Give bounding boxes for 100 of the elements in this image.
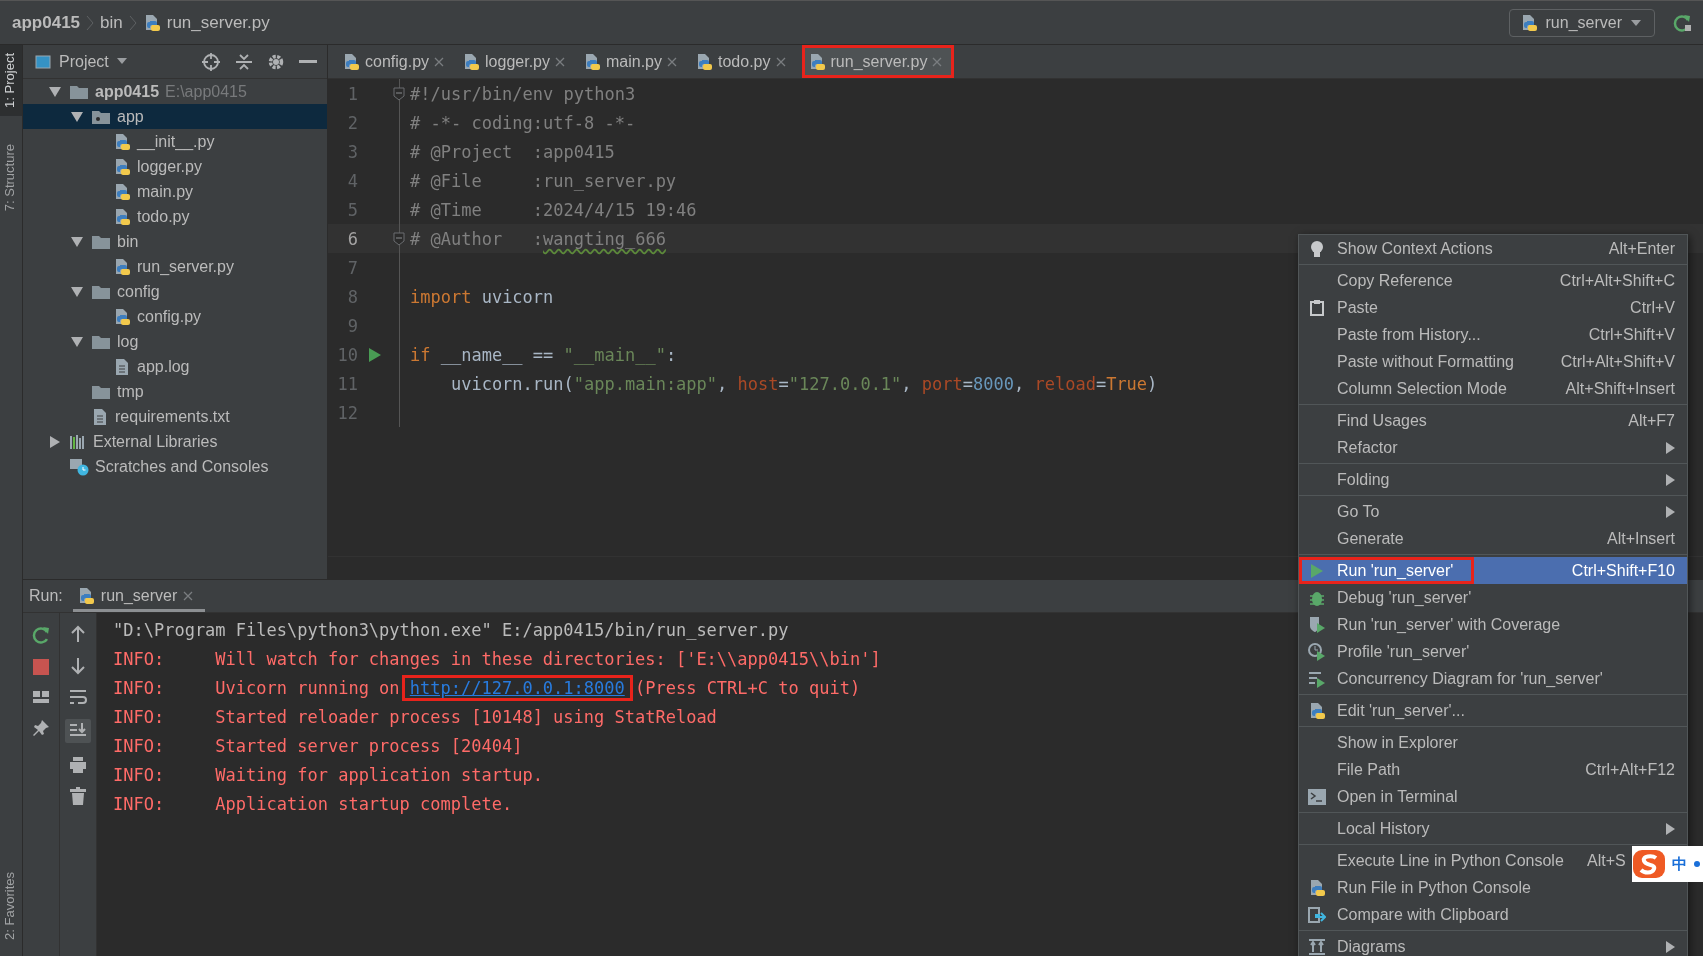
close-icon[interactable] bbox=[555, 56, 565, 67]
tree-item[interactable]: app bbox=[23, 104, 327, 129]
expanded-arrow-icon[interactable] bbox=[70, 285, 84, 298]
trash-icon[interactable] bbox=[70, 787, 86, 805]
menu-item[interactable]: Diagrams bbox=[1299, 933, 1687, 956]
menu-item[interactable]: Local History bbox=[1299, 815, 1687, 842]
expanded-arrow-icon[interactable] bbox=[70, 235, 84, 248]
menu-item[interactable]: Show Context Actions Alt+Enter bbox=[1299, 235, 1687, 262]
shield-run-icon bbox=[1308, 615, 1326, 634]
close-icon[interactable] bbox=[775, 56, 786, 67]
code-line: # @Author :wangting_666 bbox=[410, 228, 666, 249]
bars-run-icon bbox=[1308, 669, 1326, 688]
run-icon[interactable] bbox=[368, 346, 382, 363]
url-link[interactable]: http://127.0.0.1:8000 bbox=[401, 674, 633, 701]
print-icon[interactable] bbox=[69, 757, 87, 773]
tree-item[interactable]: bin bbox=[23, 229, 327, 254]
editor-tab[interactable]: run_server.py bbox=[801, 45, 955, 78]
soft-wrap-icon[interactable] bbox=[69, 689, 87, 705]
tree-item[interactable]: log bbox=[23, 329, 327, 354]
expanded-arrow-icon[interactable] bbox=[70, 110, 84, 123]
folder-icon bbox=[91, 383, 111, 400]
python-file-icon bbox=[113, 182, 131, 201]
close-icon[interactable] bbox=[183, 591, 194, 601]
tool-window-tab[interactable]: 2: Favorites bbox=[0, 864, 22, 948]
menu-item[interactable]: Edit 'run_server'... bbox=[1299, 697, 1687, 724]
menu-item[interactable]: Folding bbox=[1299, 466, 1687, 493]
line-number: 6 bbox=[346, 228, 358, 249]
tree-item[interactable]: config bbox=[23, 279, 327, 304]
layout-icon[interactable] bbox=[32, 689, 50, 705]
menu-item[interactable]: Copy Reference Ctrl+Alt+Shift+C bbox=[1299, 267, 1687, 294]
menu-item[interactable]: Profile 'run_server' bbox=[1299, 638, 1687, 665]
up-arrow-icon[interactable] bbox=[71, 625, 85, 643]
tree-item[interactable]: tmp bbox=[23, 379, 327, 404]
locate-icon[interactable] bbox=[201, 51, 221, 72]
expanded-arrow-icon[interactable] bbox=[70, 335, 84, 348]
editor-tab[interactable]: todo.py bbox=[689, 45, 798, 78]
tool-window-tab[interactable]: 1: Project bbox=[0, 45, 22, 116]
tree-item[interactable]: External Libraries bbox=[23, 429, 327, 454]
menu-item[interactable]: Debug 'run_server' bbox=[1299, 584, 1687, 611]
expanded-arrow-icon[interactable] bbox=[48, 85, 62, 98]
line-number: 5 bbox=[346, 199, 358, 220]
tree-item[interactable]: main.py bbox=[23, 179, 327, 204]
tree-item[interactable]: logger.py bbox=[23, 154, 327, 179]
rerun-icon[interactable] bbox=[31, 625, 51, 645]
breadcrumb-item[interactable]: bin bbox=[100, 12, 123, 33]
settings-icon[interactable] bbox=[267, 52, 285, 71]
down-arrow-icon[interactable] bbox=[71, 657, 85, 675]
folder-icon bbox=[91, 333, 111, 350]
run-config-dropdown[interactable]: run_server bbox=[1508, 8, 1655, 37]
menu-item[interactable]: Compare with Clipboard bbox=[1299, 901, 1687, 928]
scroll-to-end-button[interactable] bbox=[65, 719, 91, 743]
project-view-dropdown[interactable]: Project bbox=[35, 52, 127, 71]
menu-item[interactable]: Open in Terminal bbox=[1299, 783, 1687, 810]
console-line: INFO: Waiting for application startup. bbox=[113, 763, 543, 787]
fold-marker-icon[interactable] bbox=[393, 86, 405, 101]
tree-item[interactable]: __init__.py bbox=[23, 129, 327, 154]
minimize-icon[interactable] bbox=[299, 59, 317, 64]
menu-item[interactable]: Paste Ctrl+V bbox=[1299, 294, 1687, 321]
editor-tab[interactable]: config.py bbox=[336, 45, 457, 78]
tool-window-tab[interactable]: 7: Structure bbox=[0, 135, 22, 220]
collapse-all-icon[interactable] bbox=[235, 51, 253, 72]
menu-item[interactable]: Show in Explorer bbox=[1299, 729, 1687, 756]
tree-item[interactable]: run_server.py bbox=[23, 254, 327, 279]
editor-tab[interactable]: logger.py bbox=[456, 45, 577, 78]
code-line: import uvicorn bbox=[410, 286, 554, 307]
python-file-icon bbox=[113, 307, 131, 326]
package-folder-icon bbox=[91, 108, 111, 125]
menu-item[interactable]: Column Selection Mode Alt+Shift+Insert bbox=[1299, 375, 1687, 402]
line-number: 9 bbox=[346, 315, 358, 336]
folder-icon bbox=[91, 233, 111, 250]
tree-item[interactable]: requirements.txt bbox=[23, 404, 327, 429]
menu-item[interactable]: Go To bbox=[1299, 498, 1687, 525]
menu-item[interactable]: Run 'run_server' Ctrl+Shift+F10 bbox=[1299, 557, 1687, 584]
menu-item[interactable]: File Path Ctrl+Alt+F12 bbox=[1299, 756, 1687, 783]
menu-item[interactable]: Refactor bbox=[1299, 434, 1687, 461]
python-file-icon bbox=[113, 132, 131, 151]
editor-tab[interactable]: main.py bbox=[577, 45, 689, 78]
line-number: 11 bbox=[336, 373, 358, 394]
tree-item[interactable]: todo.py bbox=[23, 204, 327, 229]
close-icon[interactable] bbox=[434, 56, 445, 67]
menu-item[interactable]: Run 'run_server' with Coverage bbox=[1299, 611, 1687, 638]
collapsed-arrow-icon[interactable] bbox=[49, 434, 61, 449]
fold-marker-icon[interactable] bbox=[393, 231, 405, 246]
menu-item[interactable]: Generate Alt+Insert bbox=[1299, 525, 1687, 552]
tree-item[interactable]: app0415 E:\app0415 bbox=[23, 79, 327, 104]
tree-item[interactable]: app.log bbox=[23, 354, 327, 379]
menu-item[interactable]: Concurrency Diagram for 'run_server' bbox=[1299, 665, 1687, 692]
menu-item[interactable]: Find Usages Alt+F7 bbox=[1299, 407, 1687, 434]
code-line: # @Project :app0415 bbox=[410, 141, 615, 162]
pin-icon[interactable] bbox=[32, 719, 50, 737]
tree-item[interactable]: config.py bbox=[23, 304, 327, 329]
menu-item[interactable]: Paste from History... Ctrl+Shift+V bbox=[1299, 321, 1687, 348]
console-line: INFO: Will watch for changes in these directories: ['E:\\app0415\\bin'] bbox=[113, 647, 881, 671]
breadcrumb-item[interactable]: run_server.py bbox=[166, 12, 270, 33]
breadcrumb-item[interactable]: app0415 bbox=[12, 12, 81, 33]
tree-item[interactable]: Scratches and Consoles bbox=[23, 454, 327, 479]
menu-item[interactable]: Paste without Formatting Ctrl+Alt+Shift+V bbox=[1299, 348, 1687, 375]
close-icon[interactable] bbox=[667, 56, 677, 67]
input-method-tooltip[interactable]: 中 bbox=[1632, 846, 1703, 882]
run-panel-label: Run: bbox=[29, 587, 63, 605]
